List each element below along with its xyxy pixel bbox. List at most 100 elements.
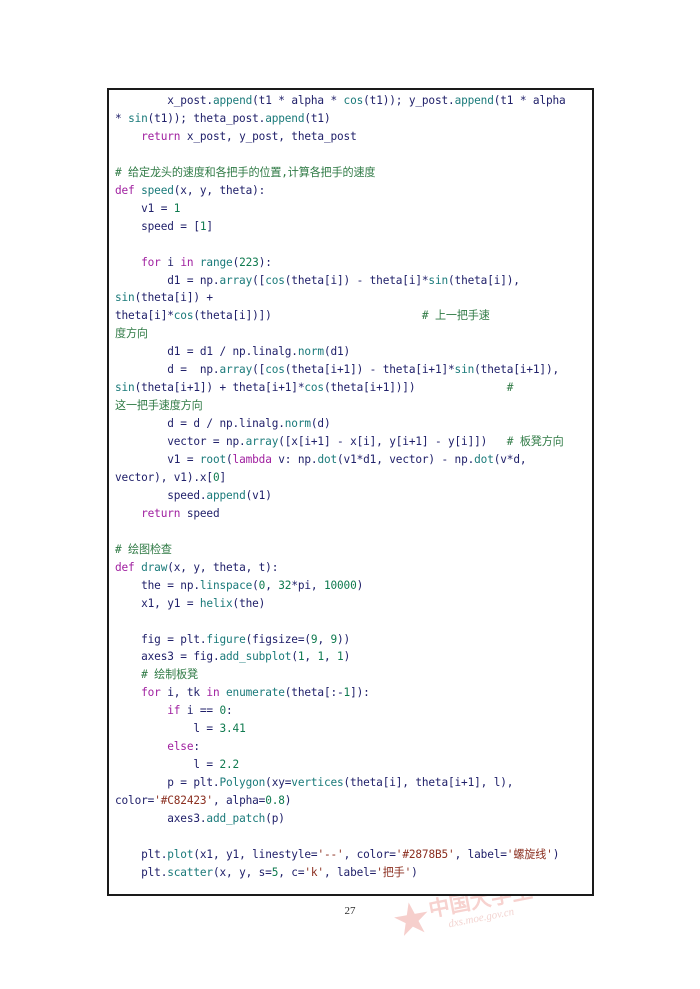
code-token-id: plt. xyxy=(115,865,168,879)
code-token-id: (p) xyxy=(265,812,285,826)
code-token-id: l = xyxy=(115,722,220,736)
code-line: 度方向 xyxy=(115,325,588,343)
code-line: the = np.linspace(0, 32*pi, 10000) xyxy=(115,577,588,595)
code-line: d1 = np.array([cos(theta[i]) - theta[i]*… xyxy=(115,272,588,290)
code-token-fn: sin xyxy=(128,111,148,125)
code-token-kw: in xyxy=(180,255,194,269)
code-token-id: (theta[i+1])]) xyxy=(323,381,416,395)
code-token-fn: draw xyxy=(141,560,168,574)
code-token-id: (x, y, s= xyxy=(212,865,272,879)
code-line: for i in range(223): xyxy=(115,254,588,272)
code-token-id: theta[i]* xyxy=(115,309,174,323)
code-line: * sin(t1)); theta_post.append(t1) xyxy=(115,110,588,128)
code-token-id: d1 = d1 / np.linalg. xyxy=(115,345,298,359)
code-token-kw: lambda xyxy=(232,453,272,467)
code-listing-frame: x_post.append(t1 * alpha * cos(t1)); y_p… xyxy=(107,88,594,896)
code-line: ​ xyxy=(115,236,588,254)
code-token-id: v1 = xyxy=(115,201,174,215)
code-token-id: d1 = np. xyxy=(115,273,220,287)
code-token-cm: # 给定龙头的速度和各把手的位置,计算各把手的速度 xyxy=(115,165,376,179)
code-token-id: ([ xyxy=(252,363,266,377)
code-token-id xyxy=(115,668,141,681)
code-token-id: d = d / np.linalg. xyxy=(115,417,285,431)
code-token-cm: # 板凳方向 xyxy=(506,435,564,449)
code-token-id xyxy=(115,256,141,269)
code-line: plt.plot(x1, y1, linestyle='--', color='… xyxy=(115,846,588,864)
code-token-fn: cos xyxy=(304,381,324,395)
code-token-id: (t1)); xyxy=(363,94,409,107)
code-token-id: i, tk xyxy=(160,686,207,700)
code-token-id: , alpha= xyxy=(212,794,266,808)
code-token-id xyxy=(115,686,141,699)
code-line: # 绘制板凳 xyxy=(115,666,588,684)
code-token-id: (theta[i+1]) - theta[i+1]* xyxy=(284,363,455,377)
watermark-star-icon: ★ xyxy=(387,890,436,949)
code-token-id xyxy=(115,130,141,143)
code-token-id: , label= xyxy=(323,865,377,879)
code-line: color='#C82423', alpha=0.8) xyxy=(115,792,588,810)
code-token-num: 2.2 xyxy=(219,758,240,772)
code-line: theta[i]*cos(theta[i])]) # 上一把手速 xyxy=(115,307,588,325)
page-number: 27 xyxy=(344,905,356,917)
code-line: ​ xyxy=(115,613,588,631)
code-token-id: i xyxy=(160,255,181,269)
code-token-cm: 度方向 xyxy=(115,327,148,341)
code-token-id: (the) xyxy=(232,596,266,610)
code-token-id: (theta[i]) - theta[i]* xyxy=(284,273,429,287)
code-token-id: ): xyxy=(258,255,272,269)
code-token-kw: return xyxy=(141,129,181,143)
code-token-str: '#C82423' xyxy=(154,794,213,808)
code-token-fn: dot xyxy=(474,453,494,467)
code-line: # 绘图检查 xyxy=(115,541,588,559)
code-token-id: fig = plt. xyxy=(115,632,207,646)
code-token-fn: vertices xyxy=(291,776,344,790)
code-token-id: plt. xyxy=(115,847,168,861)
code-token-id xyxy=(115,94,167,107)
code-token-fn: norm xyxy=(284,417,311,431)
code-line: l = 2.2 xyxy=(115,756,588,774)
code-line: sin(theta[i]) + xyxy=(115,289,588,307)
code-token-fn: array xyxy=(219,273,253,287)
code-token-id xyxy=(415,381,506,394)
code-token-fn: helix xyxy=(199,596,233,610)
code-line: return x_post, y_post, theta_post xyxy=(115,128,588,146)
code-token-fn: range xyxy=(199,255,233,269)
code-token-id: , xyxy=(323,650,338,664)
code-token-fn: append xyxy=(206,488,246,502)
code-line: else: xyxy=(115,738,588,756)
code-token-id: axes3. xyxy=(115,812,207,826)
code-line: axes3 = fig.add_subplot(1, 1, 1) xyxy=(115,648,588,666)
code-line: d = d / np.linalg.norm(d) xyxy=(115,415,588,433)
code-line: vector = np.array([x[i+1] - x[i], y[i+1]… xyxy=(115,433,588,451)
code-token-id: ] xyxy=(219,470,226,484)
code-token-kw: def xyxy=(115,560,135,574)
code-token-id: (theta[:- xyxy=(284,686,344,700)
code-token-fn: linspace xyxy=(199,578,253,592)
code-token-num: 0.8 xyxy=(265,794,285,808)
code-token-kw: def xyxy=(115,183,135,197)
code-token-num: 1 xyxy=(173,201,181,215)
code-line: d = np.array([cos(theta[i+1]) - theta[i+… xyxy=(115,361,588,379)
code-token-id: , color= xyxy=(343,847,396,861)
code-token-id: v1 = xyxy=(115,453,200,467)
code-line: v1 = root(lambda v: np.dot(v1*d1, vector… xyxy=(115,451,588,469)
code-token-id: x1, y1 = xyxy=(115,596,200,610)
code-token-fn: cos xyxy=(265,273,285,287)
code-token-id: * xyxy=(115,111,129,125)
code-line: p = plt.Polygon(xy=vertices(theta[i], th… xyxy=(115,774,588,792)
code-token-fn: sin xyxy=(428,273,449,287)
code-token-id: (theta[i])]) xyxy=(193,309,272,323)
code-token-id: speed xyxy=(180,506,220,520)
code-line: ​ xyxy=(115,828,588,846)
code-token-cm: # 绘图检查 xyxy=(115,542,172,556)
code-token-id xyxy=(487,435,507,448)
code-token-id: (v1*d1, vector) - np. xyxy=(337,453,475,467)
code-token-id: (x, y, theta): xyxy=(173,183,266,197)
code-token-id: (figsize=( xyxy=(245,632,311,646)
code-token-id: : xyxy=(226,704,233,718)
code-token-id: y_post xyxy=(408,94,449,107)
code-token-id: ) xyxy=(552,847,560,861)
code-token-kw: for xyxy=(141,255,161,269)
code-token-fn: Polygon xyxy=(219,776,266,790)
code-token-id: speed = [ xyxy=(115,219,200,233)
